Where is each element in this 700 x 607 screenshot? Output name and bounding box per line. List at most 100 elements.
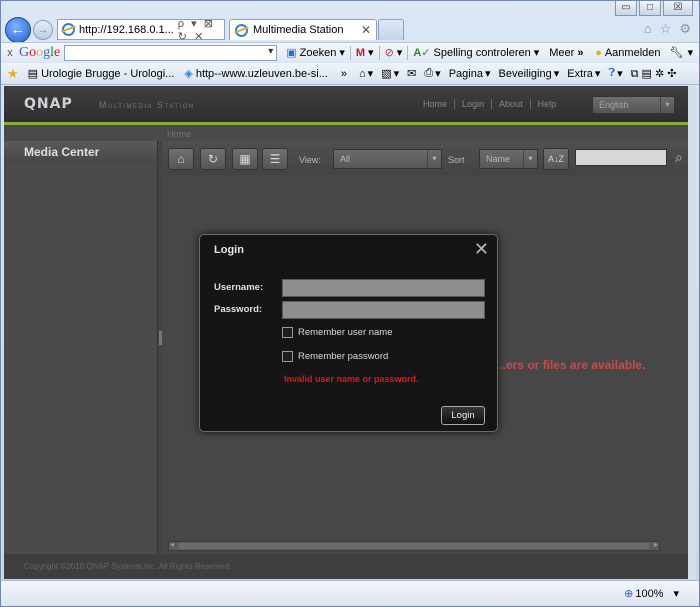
username-input[interactable] (282, 279, 485, 297)
back-button[interactable]: ← (5, 17, 31, 43)
ie-tab-icon (235, 23, 248, 37)
close-icon[interactable]: ✕ (474, 239, 489, 260)
help-link[interactable]: Help (531, 99, 564, 109)
remember-password-checkbox[interactable] (282, 351, 293, 362)
google-search-icon: ▣ (286, 47, 297, 59)
scroll-left-icon[interactable]: ◂ (170, 540, 174, 549)
help-command[interactable]: ❓︎ ▾ (604, 67, 626, 80)
favorite-link-uzleuven[interactable]: ◈ http--www.uzleuven.be-si... (179, 67, 333, 81)
browser-window: ▭ □ ☒ ← → http://192.168.0.1... ρ ▾ ⊠ ↻ … (0, 0, 700, 607)
favorites-bar: ★ ▤ Urologie Brugge - Urologi... ◈ http--w… (1, 63, 699, 85)
favorite-link-urologie[interactable]: ▤ Urologie Brugge - Urologi... (23, 67, 180, 81)
page-footer: Copyright ©2010 QNAP Systems,Inc. All Ri… (4, 554, 696, 579)
grid-icon: ▦ (239, 152, 251, 166)
remember-username-checkbox[interactable] (282, 327, 293, 338)
status-bar: ⊕ 100% ▾ (1, 580, 699, 606)
remember-password-row[interactable]: Remember password (282, 351, 388, 362)
thumbnail-view-button[interactable]: ▦ (232, 148, 258, 170)
back-arrow-icon: ← (10, 21, 26, 38)
google-toolbar: x Google ▣Zoeken▾ M▾ ⊘▾ A✓Spelling contr… (1, 42, 699, 62)
ie-page-icon (62, 23, 75, 36)
sort-label: Sort (448, 155, 465, 165)
login-title: Login (214, 244, 244, 256)
google-search-button[interactable]: ▣ Zoeken ▾ (281, 46, 350, 60)
login-dialog: Login ✕ Username: Password: Remember use… (199, 234, 498, 432)
tool-icons: ⧉ ▤ ✲ ✣ (630, 67, 677, 80)
empty-folder-message: ...ers or files are available. (496, 358, 646, 372)
login-link[interactable]: Login (455, 99, 493, 109)
window-controls: ▭ □ ☒ (615, 1, 693, 16)
language-select[interactable]: English ▾ (592, 96, 675, 114)
home-command[interactable]: ⌂ ▾ (355, 67, 377, 81)
about-link[interactable]: About (492, 99, 531, 109)
sign-in-icon: ● (595, 46, 602, 59)
zoom-icon: ⊕ (624, 588, 634, 600)
zoom-control[interactable]: ⊕ 100% ▾ (624, 587, 679, 601)
maximize-button[interactable]: □ (639, 1, 661, 16)
menu-beveiliging[interactable]: Beveiliging ▾ (495, 67, 564, 81)
print-command[interactable]: ⎙ ▾ (420, 67, 444, 80)
top-links: Home Login About Help (416, 99, 563, 109)
favorites-star-icon[interactable]: ★ (7, 66, 19, 82)
wrench-icon[interactable]: 🔧︎ (670, 46, 684, 59)
media-toolbar: ⌂ ↻ ▦ ☰ View: All ▾ Sort Name ▾ A↓Z ⌕ (162, 141, 696, 175)
breadcrumb[interactable]: Home (167, 129, 191, 139)
google-toolbar-close-icon[interactable]: x (1, 47, 19, 59)
address-text[interactable]: http://192.168.0.1... (79, 24, 174, 36)
google-logo: Google (19, 44, 61, 60)
gmail-button[interactable]: M ▾ (351, 46, 379, 60)
address-bar[interactable]: http://192.168.0.1... ρ ▾ ⊠ ↻ ✕ (57, 17, 225, 43)
scrollbar-thumb[interactable] (179, 543, 649, 549)
home-link[interactable]: Home (416, 99, 456, 109)
tab-multimedia-station[interactable]: Multimedia Station ✕ (229, 19, 377, 40)
favorites-star-icon[interactable]: ☆ (660, 21, 672, 37)
menu-pagina[interactable]: Pagina ▾ (445, 67, 495, 81)
mail-command[interactable]: ✉ (403, 67, 420, 80)
browser-right-icons: ⌂ ☆ ⚙ (644, 21, 691, 37)
view-select[interactable]: All ▾ (333, 149, 442, 169)
password-label: Password: (214, 304, 263, 315)
spell-check-icon: A✓ (413, 47, 431, 59)
home-button[interactable]: ⌂ (168, 148, 194, 170)
menu-extra[interactable]: Extra ▾ (563, 67, 604, 81)
close-window-button[interactable]: ☒ (663, 1, 693, 16)
home-icon: ⌂ (359, 67, 366, 80)
multimedia-station-subtitle: Multimedia Station (99, 100, 195, 110)
list-view-button[interactable]: ☰ (262, 148, 288, 170)
horizontal-scrollbar[interactable]: ◂ ▸ (168, 540, 660, 551)
popup-blocker-icon: ⊘ (384, 47, 394, 59)
google-search-input[interactable] (64, 44, 278, 61)
login-error-message: Invalid user name or password. (284, 374, 419, 384)
popup-blocker-button[interactable]: ⊘ ▾ (380, 46, 408, 59)
home-icon[interactable]: ⌂ (644, 21, 652, 37)
copyright-text: Copyright ©2010 QNAP Systems,Inc. All Ri… (24, 562, 232, 571)
more-button[interactable]: Meer» (544, 47, 588, 59)
sort-order-button[interactable]: A↓Z (543, 148, 569, 170)
sign-in-button[interactable]: ● Aanmelden (590, 47, 665, 59)
favorites-overflow-icon[interactable]: » (341, 68, 347, 80)
address-tools-icon[interactable]: ρ ▾ ⊠ ↻ ✕ (178, 17, 224, 43)
gear-icon[interactable]: ⚙ (679, 21, 691, 37)
sort-select[interactable]: Name ▾ (479, 149, 538, 169)
login-button[interactable]: Login (441, 406, 485, 425)
spell-check-button[interactable]: A✓ Spelling controleren ▾ (408, 46, 544, 60)
extra-tools[interactable]: ⧉ ▤ ✲ ✣ (627, 67, 681, 81)
remember-username-row[interactable]: Remember user name (282, 327, 393, 338)
qnap-logo: QNAP (24, 96, 73, 112)
new-tab-button[interactable] (378, 19, 404, 40)
vertical-scrollbar[interactable] (688, 86, 696, 579)
chevron-down-icon: ▾ (427, 150, 441, 168)
minimize-button[interactable]: ▭ (615, 1, 637, 16)
page-icon: ◈ (184, 68, 193, 80)
refresh-button[interactable]: ↻ (200, 148, 226, 170)
password-input[interactable] (282, 301, 485, 319)
forward-button[interactable]: → (33, 20, 53, 40)
chevron-down-icon: ▾ (673, 588, 679, 600)
feeds-command[interactable]: ▧ ▾ (377, 67, 403, 80)
scroll-right-icon[interactable]: ▸ (654, 540, 658, 549)
search-icon[interactable]: ⌕ (675, 149, 683, 166)
tab-close-icon[interactable]: ✕ (361, 23, 371, 37)
username-label: Username: (214, 282, 264, 293)
sidebar-item-media-center[interactable]: Media Center (4, 141, 157, 163)
search-input[interactable] (575, 149, 667, 166)
